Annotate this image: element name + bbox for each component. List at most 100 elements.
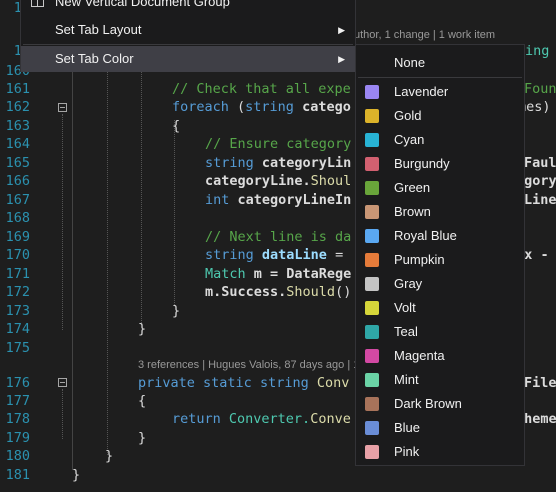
code-token: Line [524, 192, 556, 208]
color-label: None [394, 55, 426, 70]
color-swatch [365, 325, 379, 339]
code-keyword: foreach [172, 99, 229, 115]
line-number: 164 [5, 136, 30, 152]
code-token: ing [525, 43, 550, 59]
collapse-icon[interactable] [58, 378, 67, 387]
code-keyword: string [251, 375, 309, 391]
code-keyword: string [205, 247, 254, 263]
color-label: Lavender [394, 84, 449, 99]
code-type: Converter. [220, 411, 311, 427]
color-swatch [365, 301, 379, 315]
menu-item-set-tab-layout[interactable]: Set Tab Layout ▶ [21, 17, 355, 43]
code-keyword: private [138, 375, 195, 391]
code-comment: Found [524, 81, 556, 97]
code-type: Match [205, 266, 246, 282]
codelens-info[interactable]: uthor, 1 change | 1 work item [354, 29, 495, 41]
color-swatch [365, 181, 379, 195]
fold-guide [62, 389, 63, 439]
color-option-green[interactable]: Green [356, 176, 524, 200]
code-var: categoryLin [253, 155, 352, 171]
menu-separator [23, 44, 353, 45]
color-option-blue[interactable]: Blue [356, 416, 524, 440]
line-number: 162 [5, 99, 30, 115]
submenu-arrow-icon: ▶ [338, 54, 345, 64]
color-option-gold[interactable]: Gold [356, 104, 524, 128]
color-option-burgundy[interactable]: Burgundy [356, 152, 524, 176]
indent-guide [174, 120, 175, 305]
color-option-dark-brown[interactable]: Dark Brown [356, 392, 524, 416]
color-label: Gold [394, 108, 422, 123]
color-label: Dark Brown [394, 396, 462, 411]
line-number: 177 [5, 393, 30, 409]
color-swatch [365, 349, 379, 363]
color-label: Mint [394, 372, 419, 387]
indent-guide [107, 60, 108, 455]
code-method: Conve [310, 411, 351, 427]
color-option-lavender[interactable]: Lavender [356, 80, 524, 104]
line-number: 167 [5, 192, 30, 208]
line-number: 165 [5, 155, 30, 171]
code-brace: { [172, 118, 181, 134]
color-swatch [365, 229, 379, 243]
color-option-none[interactable]: None [356, 51, 524, 75]
color-swatch [365, 373, 379, 387]
code-keyword: string [245, 99, 294, 115]
color-label: Royal Blue [394, 228, 457, 243]
color-option-volt[interactable]: Volt [356, 296, 524, 320]
line-number: 176 [5, 375, 30, 391]
color-label: Pumpkin [394, 252, 445, 267]
color-swatch [365, 133, 379, 147]
code-var: categoryLineIn [229, 192, 352, 208]
color-swatch [365, 397, 379, 411]
code-brace: } [138, 430, 147, 446]
color-option-gray[interactable]: Gray [356, 272, 524, 296]
menu-item-label: Set Tab Layout [55, 22, 142, 37]
code-brace: } [105, 448, 114, 464]
line-number: 179 [5, 430, 30, 446]
color-swatch [365, 109, 379, 123]
indent-guide [141, 60, 142, 325]
line-number: 178 [5, 411, 30, 427]
line-number: 169 [5, 229, 30, 245]
menu-item-label: New Vertical Document Group [55, 0, 230, 9]
color-swatch [365, 445, 379, 459]
color-label: Brown [394, 204, 431, 219]
color-option-pink[interactable]: Pink [356, 440, 524, 464]
code-token: = DataRege [261, 266, 352, 282]
line-number: 171 [5, 266, 30, 282]
line-number: 174 [5, 321, 30, 337]
color-label: Pink [394, 444, 420, 459]
code-keyword: static [194, 375, 252, 391]
code-var: catego [293, 99, 351, 115]
collapse-icon[interactable] [58, 103, 67, 112]
color-option-pumpkin[interactable]: Pumpkin [356, 248, 524, 272]
color-swatch [365, 253, 379, 267]
color-label: Burgundy [394, 156, 450, 171]
line-number: 168 [5, 210, 30, 226]
code-brace: } [172, 303, 181, 319]
color-option-teal[interactable]: Teal [356, 320, 524, 344]
menu-item-set-tab-color[interactable]: Set Tab Color ▶ [21, 46, 355, 72]
line-number: 166 [5, 173, 30, 189]
color-option-magenta[interactable]: Magenta [356, 344, 524, 368]
menu-separator [358, 77, 522, 78]
color-label: Volt [394, 300, 416, 315]
color-option-mint[interactable]: Mint [356, 368, 524, 392]
code-method: Shoul [310, 173, 352, 189]
codelens-references[interactable]: 3 references | Hugues Valois, 87 days ag… [138, 359, 359, 371]
code-keyword: int [205, 192, 230, 208]
tab-color-submenu: None Lavender Gold Cyan Burgundy Green B… [355, 44, 525, 466]
code-token: = [326, 247, 344, 263]
color-swatch [365, 277, 379, 291]
line-number: 175 [5, 340, 30, 356]
color-option-cyan[interactable]: Cyan [356, 128, 524, 152]
color-option-brown[interactable]: Brown [356, 200, 524, 224]
color-label: Cyan [394, 132, 425, 147]
menu-item-new-vertical-document-group[interactable]: New Vertical Document Group [21, 0, 355, 15]
color-swatch [365, 157, 379, 171]
code-keyword: string [205, 155, 254, 171]
tab-context-menu: New Vertical Document Group Set Tab Layo… [20, 0, 356, 72]
code-token: m.Success. [205, 284, 287, 300]
color-option-royal-blue[interactable]: Royal Blue [356, 224, 524, 248]
line-number: 173 [5, 303, 30, 319]
